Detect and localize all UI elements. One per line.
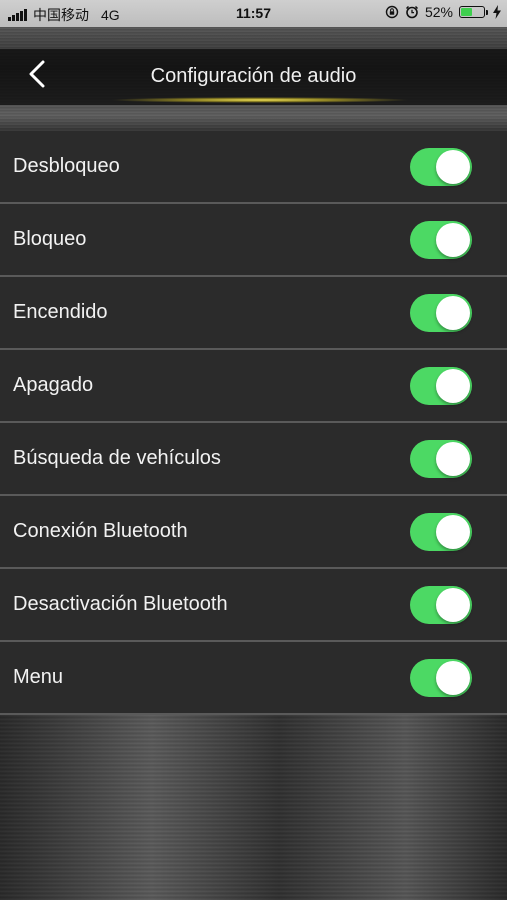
- battery-fill: [461, 8, 473, 16]
- charging-icon: [493, 5, 501, 19]
- setting-label: Apagado: [13, 374, 94, 396]
- battery-icon: [459, 6, 488, 18]
- toggle-knob: [436, 150, 470, 184]
- setting-toggle[interactable]: [410, 221, 472, 259]
- setting-row: Conexión Bluetooth: [0, 496, 507, 569]
- header-glow: [110, 97, 410, 103]
- page-title: Configuración de audio: [150, 65, 357, 87]
- toggle-knob: [436, 661, 470, 695]
- setting-row: Encendido: [0, 277, 507, 350]
- setting-toggle[interactable]: [410, 513, 472, 551]
- settings-list: Desbloqueo Bloqueo Encendido Apagado Búsqued…: [0, 131, 507, 715]
- setting-row: Desbloqueo: [0, 131, 507, 204]
- nav-header: Configuración de audio: [0, 27, 507, 131]
- setting-label: Desactivación Bluetooth: [13, 593, 228, 615]
- app-screen: 中国移动 4G 11:57 52% Configuración de audio…: [0, 0, 507, 900]
- setting-label: Conexión Bluetooth: [13, 520, 188, 542]
- setting-toggle[interactable]: [410, 294, 472, 332]
- setting-toggle[interactable]: [410, 659, 472, 697]
- setting-row: Menu: [0, 642, 507, 715]
- toggle-knob: [436, 588, 470, 622]
- battery-percent: 52%: [424, 4, 453, 20]
- rotation-lock-icon: [385, 5, 399, 19]
- background-texture: [0, 715, 507, 900]
- setting-toggle[interactable]: [410, 367, 472, 405]
- toggle-knob: [436, 442, 470, 476]
- setting-label: Encendido: [13, 301, 108, 323]
- setting-toggle[interactable]: [410, 440, 472, 478]
- setting-label: Menu: [13, 666, 64, 688]
- status-right: 52%: [385, 4, 501, 20]
- toggle-knob: [436, 223, 470, 257]
- setting-row: Búsqueda de vehículos: [0, 423, 507, 496]
- toggle-knob: [436, 369, 470, 403]
- setting-row: Desactivación Bluetooth: [0, 569, 507, 642]
- setting-label: Desbloqueo: [13, 155, 120, 177]
- setting-toggle[interactable]: [410, 586, 472, 624]
- setting-toggle[interactable]: [410, 148, 472, 186]
- setting-label: Búsqueda de vehículos: [13, 447, 221, 469]
- setting-row: Apagado: [0, 350, 507, 423]
- setting-row: Bloqueo: [0, 204, 507, 277]
- toggle-knob: [436, 296, 470, 330]
- alarm-icon: [405, 5, 418, 19]
- toggle-knob: [436, 515, 470, 549]
- status-bar: 中国移动 4G 11:57 52%: [0, 0, 507, 27]
- setting-label: Bloqueo: [13, 228, 87, 250]
